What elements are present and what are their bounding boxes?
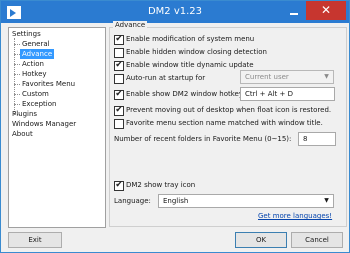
auto-run-user-select[interactable]: Current user ▼ [240,70,334,84]
tree-item-action[interactable]: Action [22,59,44,69]
title-bar[interactable]: DM2 v1.23 ✕ [1,1,349,23]
settings-tree[interactable]: Settings General Advance Action Hotkey F… [8,27,106,228]
favorite-section-name-checkbox[interactable] [114,119,124,129]
tray-icon-checkbox[interactable]: ✔ [114,180,124,191]
hidden-window-closing-checkbox[interactable] [114,48,124,58]
check-icon: ✔ [115,89,123,99]
prevent-moving-label: Prevent moving out of desktop when float… [126,106,332,114]
tree-item-settings[interactable]: Settings [12,29,41,39]
recent-folders-value: 8 [303,135,308,143]
tree-item-advance[interactable]: Advance [20,49,55,59]
tree-item-hotkey[interactable]: Hotkey [22,69,47,79]
language-label: Language: [114,197,151,205]
check-icon: ✔ [115,60,123,70]
ok-button[interactable]: OK [235,232,287,248]
chevron-down-icon: ▼ [324,197,329,204]
hidden-window-closing-label: Enable hidden window closing detection [126,48,267,56]
auto-run-label: Auto-run at startup for [126,74,206,82]
language-value: English [163,197,189,205]
title-dynamic-update-checkbox[interactable]: ✔ [114,60,124,71]
chevron-down-icon: ▼ [324,73,329,80]
dm2-window: DM2 v1.23 ✕ Settings General Advance Act… [0,0,350,253]
modify-system-menu-checkbox[interactable]: ✔ [114,34,124,45]
recent-folders-field[interactable]: 8 [298,132,336,146]
tree-item-favorites-menu[interactable]: Favorites Menu [22,79,75,89]
check-icon: ✔ [115,105,123,115]
tree-item-plugins[interactable]: Plugins [12,109,37,119]
show-window-hotkey-label: Enable show DM2 window hotkey [126,90,243,98]
check-icon: ✔ [115,180,123,190]
cancel-button[interactable]: Cancel [291,232,343,248]
modify-system-menu-label: Enable modification of system menu [126,35,255,43]
close-icon: ✕ [320,3,332,17]
get-more-languages-link[interactable]: Get more languages! [258,212,332,220]
advance-group-title: Advance [113,21,148,29]
tree-item-windows-manager[interactable]: Windows Manager [12,119,76,129]
language-select[interactable]: English ▼ [158,194,334,208]
show-window-hotkey-checkbox[interactable]: ✔ [114,89,124,100]
close-button[interactable]: ✕ [306,1,346,20]
hotkey-field[interactable]: Ctrl + Alt + D [240,87,335,101]
recent-folders-label: Number of recent folders in Favorite Men… [114,135,292,143]
tree-item-about[interactable]: About [12,129,33,139]
title-dynamic-update-label: Enable window title dynamic update [126,61,254,69]
hotkey-value: Ctrl + Alt + D [245,90,293,98]
prevent-moving-checkbox[interactable]: ✔ [114,105,124,116]
auto-run-checkbox[interactable] [114,74,124,84]
tray-icon-label: DM2 show tray icon [126,181,196,189]
tree-item-exception[interactable]: Exception [22,99,56,109]
auto-run-user-value: Current user [245,73,289,81]
check-icon: ✔ [115,34,123,44]
minimize-icon [290,13,298,15]
minimize-button[interactable] [282,1,306,21]
tree-item-custom[interactable]: Custom [22,89,49,99]
exit-button[interactable]: Exit [8,232,62,248]
tree-item-general[interactable]: General [22,39,50,49]
favorite-section-name-label: Favorite menu section name matched with … [126,119,323,127]
